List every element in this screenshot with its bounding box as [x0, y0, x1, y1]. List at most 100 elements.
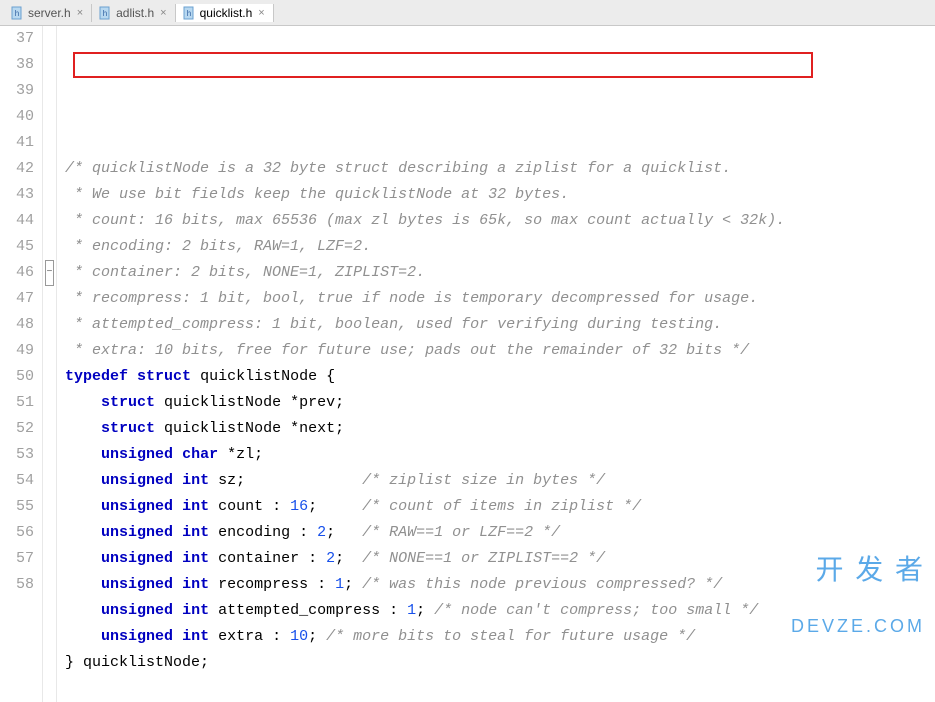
fold-cell	[43, 390, 56, 416]
code-line[interactable]: * encoding: 2 bits, RAW=1, LZF=2.	[65, 234, 927, 260]
code-token-ident: quicklistNode *next;	[155, 416, 344, 442]
line-number: 42	[16, 156, 34, 182]
code-line[interactable]: * We use bit fields keep the quicklistNo…	[65, 182, 927, 208]
code-token-ident: recompress :	[209, 572, 335, 598]
close-icon[interactable]: ×	[158, 7, 168, 19]
code-line[interactable]: * recompress: 1 bit, bool, true if node …	[65, 286, 927, 312]
code-line[interactable]: unsigned int recompress : 1; /* was this…	[65, 572, 927, 598]
fold-cell	[43, 78, 56, 104]
code-line[interactable]: struct quicklistNode *prev;	[65, 390, 927, 416]
fold-open-icon[interactable]: −	[45, 260, 54, 286]
line-number: 43	[16, 182, 34, 208]
code-token-keyword: int	[182, 494, 209, 520]
fold-cell	[43, 468, 56, 494]
code-line[interactable]	[65, 130, 927, 156]
line-number: 40	[16, 104, 34, 130]
close-icon[interactable]: ×	[256, 7, 266, 19]
tab-server-h[interactable]: hserver.h×	[4, 4, 92, 22]
code-token-num: 2	[326, 546, 335, 572]
code-token-keyword: unsigned	[101, 624, 173, 650]
code-token-ident: } quicklistNode;	[65, 650, 209, 676]
code-line[interactable]: unsigned int extra : 10; /* more bits to…	[65, 624, 927, 650]
fold-cell	[43, 442, 56, 468]
code-line[interactable]: unsigned int count : 16; /* count of ite…	[65, 494, 927, 520]
editor-area[interactable]: 3738394041424344454647484950515253545556…	[0, 26, 935, 702]
code-token-ident: ;	[416, 598, 434, 624]
code-line[interactable]: * attempted_compress: 1 bit, boolean, us…	[65, 312, 927, 338]
code-token-comment: /* was this node previous compressed? */	[362, 572, 722, 598]
code-line[interactable]: * container: 2 bits, NONE=1, ZIPLIST=2.	[65, 260, 927, 286]
fold-cell	[43, 52, 56, 78]
code-token-keyword: int	[182, 468, 209, 494]
code-token-keyword: unsigned	[101, 546, 173, 572]
code-line[interactable]: unsigned int container : 2; /* NONE==1 o…	[65, 546, 927, 572]
line-number: 39	[16, 78, 34, 104]
code-line[interactable]: * count: 16 bits, max 65536 (max zl byte…	[65, 208, 927, 234]
code-line[interactable]: } quicklistNode;	[65, 650, 927, 676]
highlight-box	[73, 52, 813, 78]
code-area[interactable]: 开 发 者 DEVZE.COM /* quicklistNode is a 32…	[57, 26, 935, 702]
fold-cell	[43, 156, 56, 182]
code-token-keyword: unsigned	[101, 468, 173, 494]
fold-cell	[43, 494, 56, 520]
code-line[interactable]: unsigned int attempted_compress : 1; /* …	[65, 598, 927, 624]
tab-label: server.h	[28, 6, 71, 20]
line-number: 56	[16, 520, 34, 546]
code-token-keyword: int	[182, 624, 209, 650]
line-number: 54	[16, 468, 34, 494]
h-file-icon: h	[98, 6, 112, 20]
code-line[interactable]: typedef struct quicklistNode {	[65, 364, 927, 390]
close-icon[interactable]: ×	[75, 7, 85, 19]
code-token-keyword: unsigned	[101, 598, 173, 624]
code-token-comment: * attempted_compress: 1 bit, boolean, us…	[65, 312, 722, 338]
fold-cell[interactable]: −	[43, 260, 56, 286]
code-line[interactable]: * extra: 10 bits, free for future use; p…	[65, 338, 927, 364]
fold-cell[interactable]	[43, 546, 56, 572]
code-token-ident	[173, 520, 182, 546]
line-number: 44	[16, 208, 34, 234]
fold-cell	[43, 234, 56, 260]
code-token-ident	[65, 468, 101, 494]
code-token-keyword: struct	[101, 416, 155, 442]
fold-close-icon[interactable]	[45, 546, 54, 572]
code-line[interactable]: struct quicklistNode *next;	[65, 416, 927, 442]
line-number-gutter: 3738394041424344454647484950515253545556…	[0, 26, 43, 702]
code-token-num: 16	[290, 494, 308, 520]
code-token-num: 1	[335, 572, 344, 598]
line-number: 52	[16, 416, 34, 442]
code-token-ident: extra :	[209, 624, 290, 650]
code-token-ident	[173, 624, 182, 650]
code-token-comment: * We use bit fields keep the quicklistNo…	[65, 182, 569, 208]
code-line[interactable]: /* quicklistNode is a 32 byte struct des…	[65, 156, 927, 182]
tab-quicklist-h[interactable]: hquicklist.h×	[176, 4, 274, 22]
code-line[interactable]: unsigned int encoding : 2; /* RAW==1 or …	[65, 520, 927, 546]
line-number: 37	[16, 26, 34, 52]
svg-text:h: h	[103, 9, 107, 18]
code-token-keyword: struct	[101, 390, 155, 416]
code-line[interactable]: unsigned int sz; /* ziplist size in byte…	[65, 468, 927, 494]
code-token-comment: * recompress: 1 bit, bool, true if node …	[65, 286, 758, 312]
line-number: 51	[16, 390, 34, 416]
line-number: 41	[16, 130, 34, 156]
h-file-icon: h	[182, 6, 196, 20]
tab-label: adlist.h	[116, 6, 154, 20]
tab-adlist-h[interactable]: h adlist.h ×	[92, 4, 175, 22]
code-token-keyword: unsigned	[101, 520, 173, 546]
code-token-ident	[65, 546, 101, 572]
code-token-ident: ;	[326, 520, 362, 546]
code-line[interactable]: unsigned char *zl;	[65, 442, 927, 468]
code-token-ident: count :	[209, 494, 290, 520]
code-token-comment: * encoding: 2 bits, RAW=1, LZF=2.	[65, 234, 371, 260]
code-token-ident	[173, 572, 182, 598]
fold-cell	[43, 26, 56, 52]
code-token-ident: quicklistNode *prev;	[155, 390, 344, 416]
code-token-comment: * count: 16 bits, max 65536 (max zl byte…	[65, 208, 785, 234]
code-token-num: 2	[317, 520, 326, 546]
code-token-ident	[128, 364, 137, 390]
code-token-ident	[65, 520, 101, 546]
fold-cell	[43, 182, 56, 208]
code-line[interactable]	[65, 676, 927, 702]
line-number: 49	[16, 338, 34, 364]
fold-cell	[43, 416, 56, 442]
line-number: 58	[16, 572, 34, 598]
